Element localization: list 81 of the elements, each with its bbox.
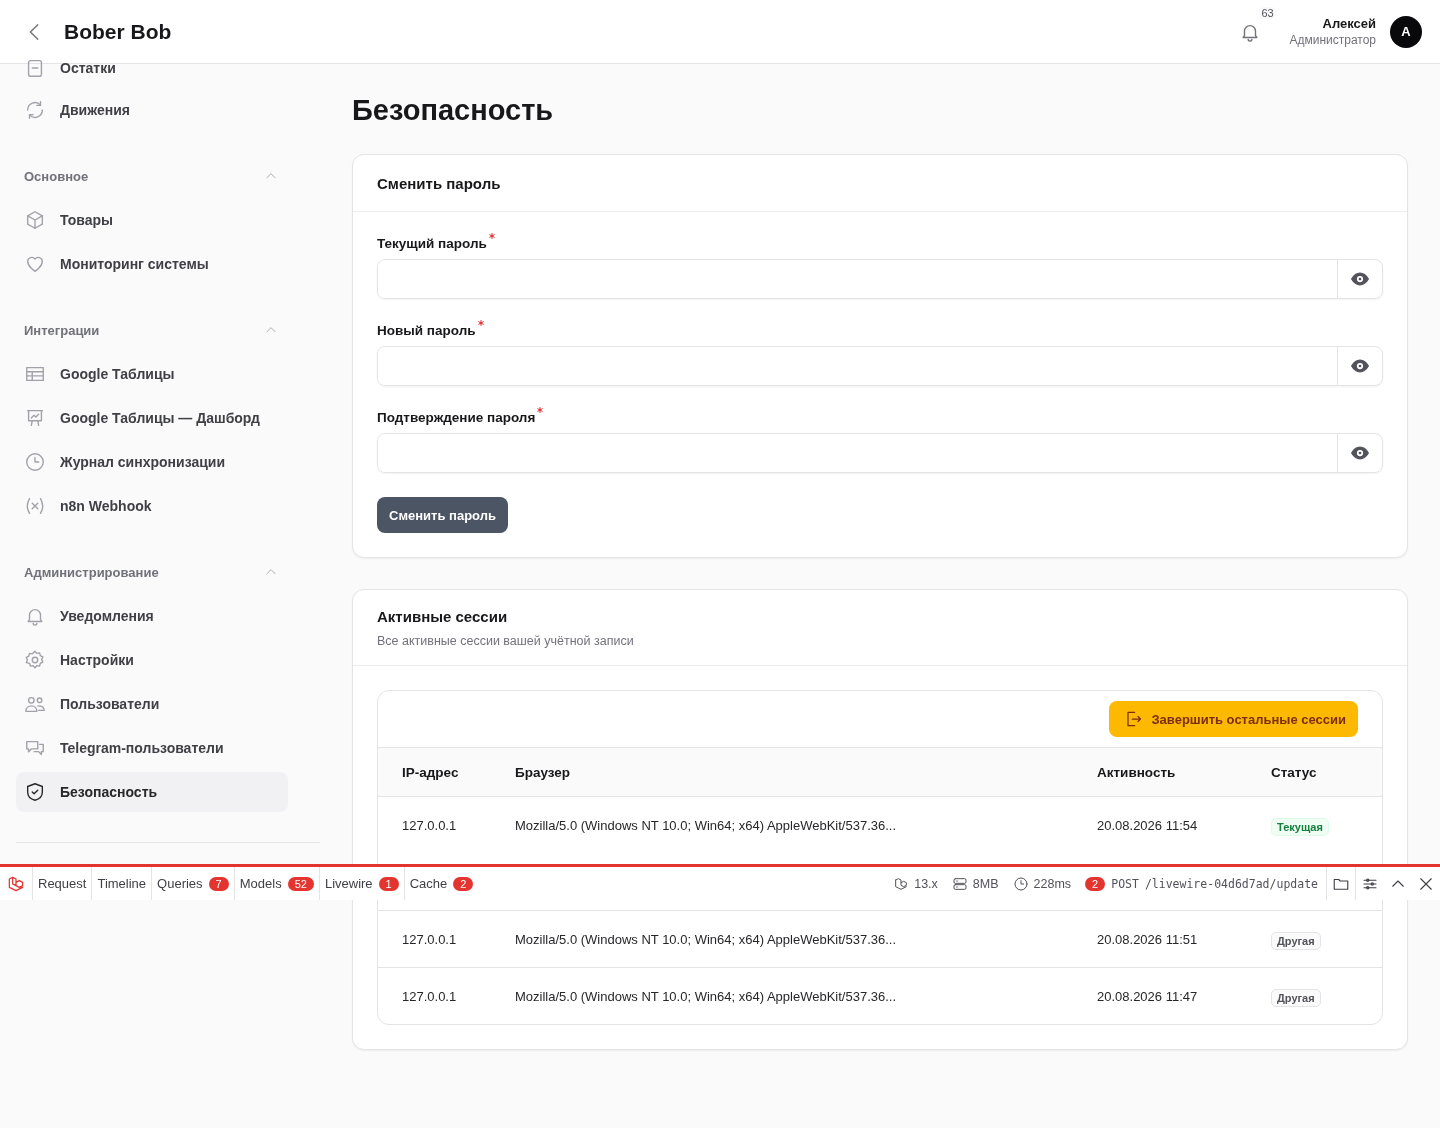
shield-check-icon	[24, 781, 46, 803]
column-header: Активность	[1097, 764, 1177, 780]
count-badge: 2	[453, 876, 474, 891]
sidebar-item[interactable]: Google Таблицы	[16, 354, 288, 394]
table-cell-text: 127.0.0.1	[402, 931, 458, 947]
count-badge: 1	[378, 876, 399, 891]
tab-label: Timeline	[97, 876, 147, 891]
count-badge: 2	[1085, 876, 1106, 891]
field-label: Текущий пароль	[377, 236, 1383, 251]
card-title: Сменить пароль	[353, 155, 1407, 212]
tab-label: Queries	[157, 876, 203, 891]
table-cell-text: 20.08.2026 11:54	[1097, 817, 1199, 833]
clock-icon	[24, 451, 46, 473]
card-title: Активные сессии	[377, 608, 509, 625]
debug-tab[interactable]: Request	[32, 867, 92, 900]
user-role: Администратор	[1289, 33, 1376, 47]
cubes-icon	[893, 875, 910, 892]
table-cell-text: 20.08.2026 11:51	[1097, 931, 1199, 947]
sidebar-item[interactable]: Мониторинг системы	[16, 244, 288, 284]
sidebar-item[interactable]: Настройки	[16, 640, 288, 680]
version-label: 13.x	[914, 876, 938, 891]
request-method: POST	[1111, 876, 1139, 891]
group-label: Администрирование	[24, 564, 159, 580]
presentation-chart-icon	[24, 407, 46, 429]
debug-tab[interactable]: Cache 2	[403, 867, 479, 900]
debug-tab[interactable]: Livewire 1	[318, 867, 404, 900]
column-header: Браузер	[515, 764, 572, 780]
sidebar-item[interactable]: Журнал синхронизации	[16, 442, 288, 482]
status-badge: Другая	[1271, 932, 1321, 950]
change-password-button[interactable]: Сменить пароль	[377, 497, 508, 533]
refresh-icon	[24, 99, 46, 121]
sidebar-item[interactable]: Движения	[16, 90, 288, 130]
request-path: /livewire-04d6d7ad/update	[1144, 876, 1318, 891]
variable-icon	[24, 495, 46, 517]
cube-icon	[24, 209, 46, 231]
debug-tab[interactable]: Timeline	[91, 867, 152, 900]
avatar[interactable]: A	[1390, 15, 1422, 48]
tab-label: Request	[38, 876, 87, 891]
debug-tab[interactable]: Queries 7	[151, 867, 234, 900]
table-cell-text: 127.0.0.1	[402, 988, 458, 1004]
column-header: Статус	[1271, 764, 1318, 780]
settings-icon	[24, 649, 46, 671]
field-label: Подтверждение пароля	[377, 410, 1383, 425]
column-header: IP-адрес	[402, 764, 460, 780]
card-subtitle: Все активные сессии вашей учётной записи	[377, 634, 635, 648]
table-cell-text: 20.08.2026 11:47	[1097, 988, 1199, 1004]
sidebar-item[interactable]: Остатки	[16, 50, 288, 86]
password-field[interactable]	[377, 346, 1383, 386]
field-label: Новый пароль	[377, 323, 1383, 338]
notification-count: 63	[1259, 6, 1276, 19]
status-badge: Другая	[1271, 989, 1321, 1007]
tab-label: Cache	[409, 876, 448, 891]
sidebar-item[interactable]: Telegram-пользователи	[16, 728, 288, 768]
end-other-sessions-button[interactable]: Завершить остальные сессии	[1109, 701, 1358, 737]
count-badge: 52	[287, 876, 314, 891]
sidebar-item[interactable]: Безопасность	[16, 772, 288, 812]
clock-icon	[1012, 875, 1029, 892]
status-badge: Текущая	[1271, 818, 1329, 836]
table-cell-text: Mozilla/5.0 (Windows NT 10.0; Win64; x64) AppleWebKit/537.36...	[515, 931, 898, 947]
sidebar-item[interactable]: Уведомления	[16, 596, 288, 636]
table-cell-text: 127.0.0.1	[402, 817, 458, 833]
table-cell-text: Mozilla/5.0 (Windows NT 10.0; Win64; x64) AppleWebKit/537.36...	[515, 817, 898, 833]
app-title: Bober Bob	[64, 19, 172, 44]
memory-label: 8MB	[972, 876, 999, 891]
password-field[interactable]	[377, 433, 1383, 473]
table-cell-text: Mozilla/5.0 (Windows NT 10.0; Win64; x64) AppleWebKit/537.36...	[515, 988, 898, 1004]
group-label: Интеграции	[24, 322, 100, 338]
tab-label: Models	[239, 876, 282, 891]
debug-tab[interactable]: Models 52	[233, 867, 319, 900]
count-badge: 7	[208, 876, 229, 891]
server-icon	[951, 875, 968, 892]
user-name: Алексей	[1321, 16, 1376, 31]
sidebar-item[interactable]: Пользователи	[16, 684, 288, 724]
group-label: Основное	[24, 168, 89, 184]
password-field[interactable]	[377, 259, 1383, 299]
duration-label: 228ms	[1033, 876, 1072, 891]
page-title: Безопасность	[352, 94, 555, 127]
sidebar-item[interactable]: Google Таблицы — Дашборд	[16, 398, 288, 438]
tab-label: Livewire	[324, 876, 373, 891]
sidebar-item[interactable]: Товары	[16, 200, 288, 240]
sidebar-item[interactable]: n8n Webhook	[16, 486, 288, 526]
